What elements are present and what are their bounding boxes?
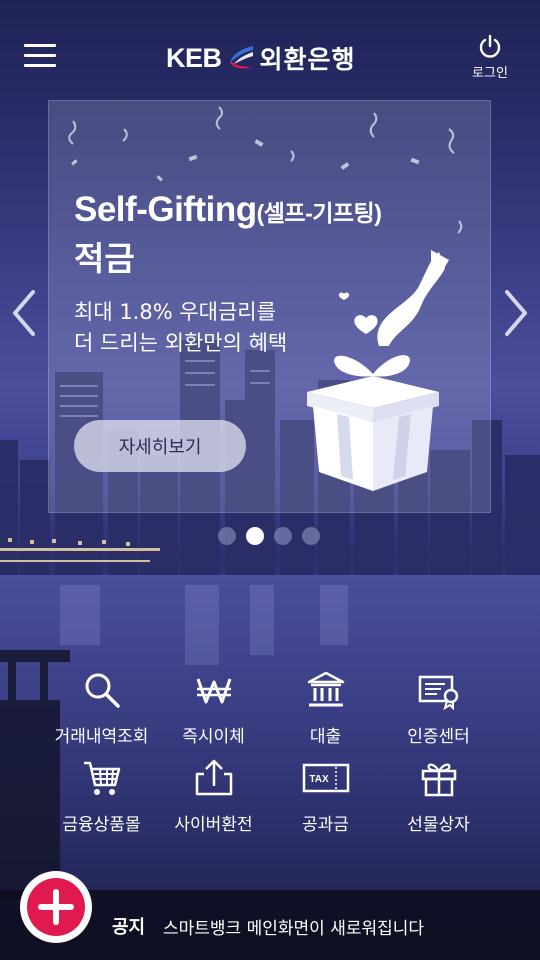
notice-title: 공지: [112, 917, 146, 938]
chevron-left-icon[interactable]: [9, 288, 39, 338]
power-icon: [479, 34, 501, 58]
add-button-circle: [27, 878, 85, 936]
carousel-dot[interactable]: [274, 527, 292, 545]
logo-bank-name: 외환은행: [259, 45, 356, 74]
exchange-icon: [195, 759, 232, 796]
carousel-pagination: [216, 526, 326, 546]
certificate-icon: [418, 675, 458, 710]
keb-logo: KEB 외환은행: [166, 40, 356, 76]
menu-label: 선물상자: [407, 815, 470, 835]
view-details-button[interactable]: 자세히보기: [74, 420, 246, 472]
menu-gift-box[interactable]: 선물상자: [371, 758, 506, 842]
menu-label: 인증센터: [407, 727, 470, 747]
logo-brand-text: KEB: [166, 42, 222, 73]
gift-icon: [421, 763, 456, 797]
cart-icon: [83, 761, 120, 795]
keb-swoosh-icon: [229, 46, 253, 69]
won-icon: [196, 678, 231, 704]
tax-icon: TAX: [302, 763, 349, 793]
bank-icon: [307, 671, 344, 707]
promo-banner[interactable]: Self-Gifting(셀프-기프팅) 적금 최대 1.8% 우대금리를 더 …: [48, 100, 491, 513]
app-header: KEB 외환은행 로그인: [0, 0, 540, 100]
gift-box-illustration: [307, 250, 449, 491]
tax-icon-text: TAX: [309, 774, 329, 785]
plus-icon: [38, 889, 74, 925]
carousel-dot[interactable]: [218, 527, 236, 545]
banner-title-paren: (셀프-기프팅): [256, 200, 382, 226]
banner-title-en: Self-Gifting: [74, 190, 257, 229]
login-label: 로그인: [472, 66, 508, 81]
carousel-dot[interactable]: [302, 527, 320, 545]
login-button[interactable]: 로그인: [464, 34, 516, 84]
notice-text-link[interactable]: 스마트뱅크 메인화면이 새로워집니다: [163, 914, 424, 939]
chevron-right-icon[interactable]: [501, 288, 531, 338]
carousel-dot-active[interactable]: [246, 527, 264, 545]
hamburger-menu-icon[interactable]: [24, 42, 58, 70]
menu-certificate-center[interactable]: 인증센터: [371, 670, 506, 754]
search-icon: [85, 673, 120, 708]
add-button[interactable]: [20, 871, 92, 943]
